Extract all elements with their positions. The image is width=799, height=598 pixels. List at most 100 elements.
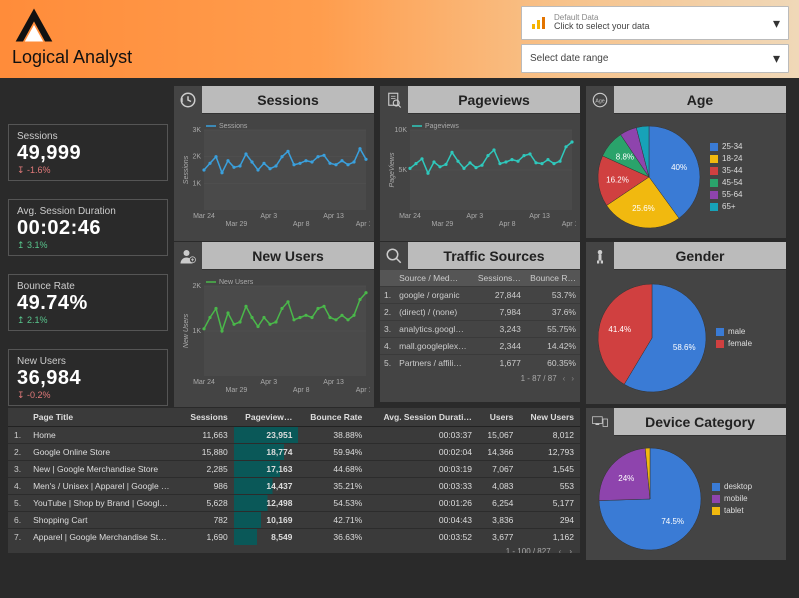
age-chart[interactable]: 40%25.6%16.2%8.8%25-3418-2435-4445-5455-…: [586, 114, 786, 238]
kpi-value: 36,984: [17, 367, 159, 390]
svg-text:Apr 18: Apr 18: [356, 221, 370, 228]
svg-text:74.5%: 74.5%: [661, 517, 684, 526]
kpi-avg-session-duration: Avg. Session Duration 00:02:46 ↥ 3.1%: [8, 199, 168, 256]
pager-prev[interactable]: ‹: [559, 547, 562, 553]
card-age: Age Age 40%25.6%16.2%8.8%25-3418-2435-44…: [586, 86, 786, 236]
date-range-dropdown[interactable]: Select date range ▾: [521, 44, 789, 73]
sessions-chart[interactable]: 1K2K3KMar 24Mar 29Apr 3Apr 8Apr 13Apr 18…: [174, 114, 374, 241]
svg-text:New Users: New Users: [219, 279, 254, 286]
gender-icon: [586, 242, 614, 270]
svg-text:40%: 40%: [671, 163, 687, 172]
device-chart[interactable]: 74.5%24%desktopmobiletablet: [586, 436, 786, 560]
pageviews-chart[interactable]: 5K10KMar 24Mar 29Apr 3Apr 8Apr 13Apr 18 …: [380, 114, 580, 241]
svg-text:Sessions: Sessions: [219, 123, 248, 130]
kpi-label: Avg. Session Duration: [17, 206, 159, 217]
pager-text: 1 - 100 / 827: [506, 547, 551, 553]
svg-text:Sessions: Sessions: [183, 155, 190, 184]
brand-area: Logical Analyst: [12, 6, 132, 68]
svg-text:3K: 3K: [192, 127, 201, 134]
svg-text:PageViews: PageViews: [389, 152, 396, 187]
svg-text:2K: 2K: [192, 283, 201, 290]
card-traffic-sources: Traffic Sources Source / Med…Sessions…Bo…: [380, 242, 580, 402]
svg-text:Apr 13: Apr 13: [529, 213, 550, 220]
history-icon: [174, 86, 202, 114]
svg-text:Apr 8: Apr 8: [499, 221, 516, 228]
svg-text:Mar 24: Mar 24: [193, 379, 215, 386]
svg-text:Apr 8: Apr 8: [293, 387, 310, 394]
card-sessions: Sessions 1K2K3KMar 24Mar 29Apr 3Apr 8Apr…: [174, 86, 374, 236]
svg-text:Apr 13: Apr 13: [323, 379, 344, 386]
search-icon: [380, 242, 408, 270]
svg-text:16.2%: 16.2%: [606, 176, 629, 185]
svg-text:25.6%: 25.6%: [632, 204, 655, 213]
kpi-column: Sessions 49,999 ↧ -1.6% Avg. Session Dur…: [8, 86, 168, 402]
table-row[interactable]: 2.(direct) / (none)7,98437.6%: [380, 304, 580, 321]
table-row[interactable]: 3. New | Google Merchandise Store 2,285 …: [8, 461, 580, 478]
card-device: Device Category 74.5%24%desktopmobiletab…: [586, 408, 786, 553]
kpi-bounce-rate: Bounce Rate 49.74% ↥ 2.1%: [8, 274, 168, 331]
svg-text:Apr 18: Apr 18: [356, 387, 370, 394]
pager-text: 1 - 87 / 87: [521, 374, 557, 383]
kpi-sessions: Sessions 49,999 ↧ -1.6%: [8, 124, 168, 181]
svg-text:Mar 24: Mar 24: [399, 213, 421, 220]
pager-next[interactable]: ›: [569, 547, 572, 553]
kpi-value: 00:02:46: [17, 217, 159, 240]
svg-text:Mar 29: Mar 29: [226, 387, 248, 394]
pager-next[interactable]: ›: [571, 374, 574, 383]
analytics-icon: [530, 16, 548, 30]
table-row[interactable]: 7. Apparel | Google Merchandise St… 1,69…: [8, 529, 580, 546]
card-new-users: New Users 1K2KMar 24Mar 29Apr 3Apr 8Apr …: [174, 242, 374, 402]
card-title: Pageviews: [408, 92, 580, 108]
table-row[interactable]: 6. Shopping Cart 782 10,169 42.71% 00:04…: [8, 512, 580, 529]
card-title: Age: [614, 92, 786, 108]
card-title: New Users: [202, 248, 374, 264]
svg-text:Age: Age: [595, 98, 604, 104]
svg-text:24%: 24%: [618, 474, 634, 483]
caret-down-icon: ▾: [773, 15, 780, 32]
svg-text:Apr 18: Apr 18: [562, 221, 576, 228]
kpi-value: 49.74%: [17, 292, 159, 315]
svg-text:Apr 3: Apr 3: [466, 213, 483, 220]
kpi-value: 49,999: [17, 142, 159, 165]
table-row[interactable]: 5. YouTube | Shop by Brand | Googl… 5,62…: [8, 495, 580, 512]
svg-text:Mar 29: Mar 29: [226, 221, 248, 228]
svg-text:8.8%: 8.8%: [616, 153, 634, 162]
svg-text:Apr 8: Apr 8: [293, 221, 310, 228]
table-row[interactable]: 2. Google Online Store 15,880 18,774 59.…: [8, 444, 580, 461]
svg-text:Pageviews: Pageviews: [425, 123, 459, 130]
svg-text:Mar 24: Mar 24: [193, 213, 215, 220]
kpi-label: Sessions: [17, 131, 159, 142]
table-row[interactable]: 1. Home 11,663 23,951 38.88% 00:03:37 15…: [8, 427, 580, 444]
card-title: Device Category: [614, 414, 786, 430]
gender-chart[interactable]: 58.6%41.4%malefemale: [586, 270, 786, 404]
svg-text:Apr 3: Apr 3: [260, 213, 277, 220]
table-row[interactable]: 4. Men's / Unisex | Apparel | Google … 9…: [8, 478, 580, 495]
brand-name: Logical Analyst: [12, 47, 132, 68]
table-row[interactable]: 4.mall.googleplex…2,34414.42%: [380, 338, 580, 355]
table-row[interactable]: 1.google / organic27,84453.7%: [380, 287, 580, 304]
svg-text:Apr 3: Apr 3: [260, 379, 277, 386]
table-row[interactable]: 5.Partners / affili…1,67760.35%: [380, 355, 580, 372]
pager-prev[interactable]: ‹: [563, 374, 566, 383]
kpi-delta: ↥ 3.1%: [17, 240, 159, 251]
kpi-delta: ↥ 2.1%: [17, 315, 159, 326]
svg-text:5K: 5K: [398, 167, 407, 174]
card-title: Traffic Sources: [408, 248, 580, 264]
new-users-chart[interactable]: 1K2KMar 24Mar 29Apr 3Apr 8Apr 13Apr 18 N…: [174, 270, 374, 407]
card-pageviews: Pageviews 5K10KMar 24Mar 29Apr 3Apr 8Apr…: [380, 86, 580, 236]
svg-text:10K: 10K: [395, 127, 408, 134]
svg-text:Apr 13: Apr 13: [323, 213, 344, 220]
traffic-sources-table[interactable]: Source / Med…Sessions…Bounce R…1.google …: [380, 270, 580, 402]
card-gender: Gender 58.6%41.4%malefemale: [586, 242, 786, 402]
table-row[interactable]: 3.analytics.googl…3,24355.75%: [380, 321, 580, 338]
kpi-new-users: New Users 36,984 ↧ -0.2%: [8, 349, 168, 406]
data-selector-line2: Click to select your data: [554, 22, 650, 32]
page-table[interactable]: Page TitleSessionsPageview…Bounce RateAv…: [8, 408, 580, 553]
svg-text:58.6%: 58.6%: [673, 343, 696, 352]
kpi-label: New Users: [17, 356, 159, 367]
data-selector-dropdown[interactable]: Default Data Click to select your data ▾: [521, 6, 789, 40]
kpi-label: Bounce Rate: [17, 281, 159, 292]
header-bar: Logical Analyst Default Data Click to se…: [0, 0, 799, 78]
card-title: Sessions: [202, 92, 374, 108]
user-plus-icon: [174, 242, 202, 270]
